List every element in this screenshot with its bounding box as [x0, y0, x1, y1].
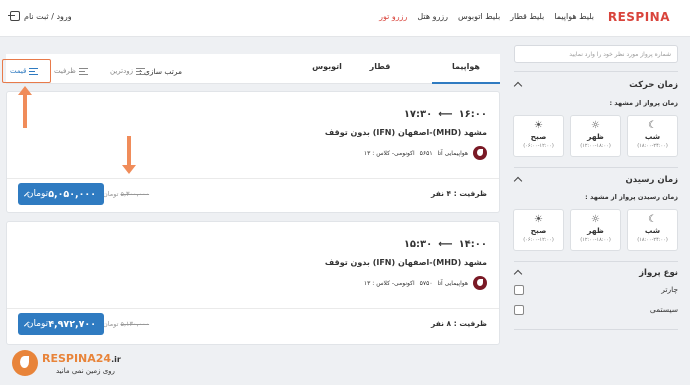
login-label: ورود / ثبت نام: [24, 11, 72, 21]
moon-icon: ☾: [648, 214, 657, 225]
filter-option-system[interactable]: سیستمی: [514, 305, 678, 315]
divider: [514, 329, 678, 330]
sort-capacity[interactable]: ظرفیت: [54, 67, 88, 75]
departure-night-option[interactable]: ☾ شب (۱۸:۰۰-۲۴:۰۰): [627, 115, 678, 157]
sort-earliest[interactable]: زودترین: [110, 67, 145, 75]
arrival-morning-option[interactable]: ☀ صبح (۰۶:۰۰-۱۲:۰۰): [513, 209, 564, 251]
sun-icon: ☀: [534, 120, 543, 131]
airline-info: هواپیمایی آتا ۵۷۵۰ اکونومی- کلاس : ۱۳: [364, 276, 487, 290]
airline-logo-icon: [473, 146, 487, 160]
brand-logo[interactable]: RESPINA: [608, 10, 670, 24]
tab-train[interactable]: قطار: [360, 62, 400, 84]
checkbox[interactable]: [514, 285, 524, 295]
nav-flight[interactable]: بلیط هواپیما: [554, 12, 594, 21]
sun-icon: ☀: [534, 214, 543, 225]
moon-icon: ☾: [648, 120, 657, 131]
watermark-brand: RESPINA24.ir: [42, 352, 121, 365]
divider: [7, 308, 499, 309]
tab-airplane[interactable]: هواپیما: [432, 62, 500, 84]
divider: [514, 167, 678, 168]
flight-times: ۱۶:۰۰ ⟵ ۱۷:۳۰: [404, 109, 487, 120]
departure-time-options: ☾ شب (۱۸:۰۰-۲۴:۰۰) ☼ ظهر (۱۲:۰۰-۱۸:۰۰) ☀ صبح(…: [513, 115, 678, 157]
sort-bar: هواپیما قطار اتوبوس مرتب سازی : زودترین …: [2, 54, 500, 84]
flight-route: مشهد (MHD)-اصفهان (IFN) بدون توقف: [324, 128, 487, 137]
top-navbar: RESPINA بلیط هواپیما بلیط قطار بلیط اتوب…: [0, 0, 690, 37]
chevron-up-icon[interactable]: [513, 81, 523, 91]
select-flight-button[interactable]: ۵,۰۵۰,۰۰۰ تومان: [18, 183, 104, 205]
flight-route: مشهد (MHD)-اصفهان (IFN) بدون توقف: [324, 258, 487, 267]
sort-icon: [78, 67, 88, 75]
price-sort-highlight: [2, 59, 51, 83]
watermark-logo: RESPINA24.ir روی زمین نمی مانید: [12, 348, 142, 382]
price-amount: ۴,۹۷۲,۷۰۰: [48, 318, 96, 330]
departure-filter-subtitle: زمان پرواز از مشهد :: [609, 99, 678, 107]
arrival-time: ۱۷:۳۰: [403, 109, 433, 120]
flight-card: ۱۶:۰۰ ⟵ ۱۷:۳۰ مشهد (MHD)-اصفهان (IFN) بد…: [6, 91, 500, 213]
login-icon: [8, 11, 20, 21]
departure-time: ۱۴:۰۰: [458, 239, 487, 250]
nav-bus[interactable]: بلیط اتوبوس: [458, 12, 500, 21]
arrival-noon-option[interactable]: ☼ ظهر (۱۲:۰۰-۱۸:۰۰): [570, 209, 621, 251]
annotation-arrow-down-icon: [122, 136, 136, 174]
price-currency: تومان: [26, 189, 49, 199]
chevron-up-icon[interactable]: [513, 176, 523, 186]
tab-bus[interactable]: اتوبوس: [304, 62, 350, 84]
flight-times: ۱۴:۰۰ ⟵ ۱۵:۳۰: [404, 239, 487, 250]
nav-hotel[interactable]: رزرو هتل: [417, 12, 448, 21]
departure-time: ۱۶:۰۰: [458, 109, 487, 120]
divider: [7, 178, 499, 179]
arrival-night-option[interactable]: ☾ شب (۱۸:۰۰-۲۴:۰۰): [627, 209, 678, 251]
nav-tour[interactable]: رزرو تور: [379, 12, 407, 21]
old-price: ۵,۱۳۰,۰۰۰ تومان: [103, 320, 150, 328]
flight-card: ۱۴:۰۰ ⟵ ۱۵:۳۰ مشهد (MHD)-اصفهان (IFN) بد…: [6, 221, 500, 345]
airline-logo-icon: [473, 276, 487, 290]
divider: [514, 71, 678, 72]
arrival-filter-title: زمان رسیدن: [625, 175, 678, 185]
flight-number-search-input[interactable]: شماره پرواز مورد نظر خود را وارد نمایید: [514, 45, 678, 63]
arrival-filter-subtitle: زمان رسیدن پرواز از مشهد :: [585, 193, 678, 201]
chevron-up-icon[interactable]: [513, 269, 523, 279]
main-nav: بلیط هواپیما بلیط قطار بلیط اتوبوس رزرو …: [379, 12, 594, 21]
capacity-text: ظرفیت : ۴ نفر: [431, 189, 487, 198]
arrival-time: ۱۵:۳۰: [403, 239, 433, 250]
sort-icon: [135, 67, 145, 75]
departure-morning-option[interactable]: ☀ صبح (۰۶:۰۰-۱۲:۰۰): [513, 115, 564, 157]
departure-noon-option[interactable]: ☼ ظهر (۱۲:۰۰-۱۸:۰۰): [570, 115, 621, 157]
checkbox[interactable]: [514, 305, 524, 315]
price-currency: تومان: [26, 319, 49, 329]
sun-half-icon: ☼: [591, 214, 600, 225]
sort-label: مرتب سازی :: [139, 67, 182, 76]
flight-type-filter-title: نوع پرواز: [639, 268, 678, 278]
select-flight-button[interactable]: ۴,۹۷۲,۷۰۰ تومان: [18, 313, 104, 335]
annotation-arrow-up-icon: [18, 86, 32, 128]
arrow-left-icon: ⟵: [438, 239, 453, 250]
airline-info: هواپیمایی آتا ۵۶۵۱ اکونومی- کلاس : ۱۳: [364, 146, 487, 160]
divider: [514, 261, 678, 262]
filter-sidebar: شماره پرواز مورد نظر خود را وارد نمایید …: [507, 37, 685, 385]
arrow-left-icon: ⟵: [438, 109, 453, 120]
nav-train[interactable]: بلیط قطار: [510, 12, 544, 21]
arrival-time-options: ☾ شب (۱۸:۰۰-۲۴:۰۰) ☼ ظهر (۱۲:۰۰-۱۸:۰۰) ☀ صبح(…: [513, 209, 678, 251]
login-button[interactable]: ورود / ثبت نام: [8, 11, 72, 21]
watermark-slogan: روی زمین نمی مانید: [56, 367, 115, 375]
logo-icon: [12, 350, 38, 376]
old-price: ۵,۳۰۰,۰۰۰ تومان: [103, 190, 150, 198]
price-amount: ۵,۰۵۰,۰۰۰: [48, 188, 96, 200]
departure-filter-title: زمان حرکت: [629, 80, 678, 90]
capacity-text: ظرفیت : ۸ نفر: [431, 319, 487, 328]
filter-option-charter[interactable]: چارتر: [514, 285, 678, 295]
sun-half-icon: ☼: [591, 120, 600, 131]
results-panel: هواپیما قطار اتوبوس مرتب سازی : زودترین …: [2, 54, 500, 385]
